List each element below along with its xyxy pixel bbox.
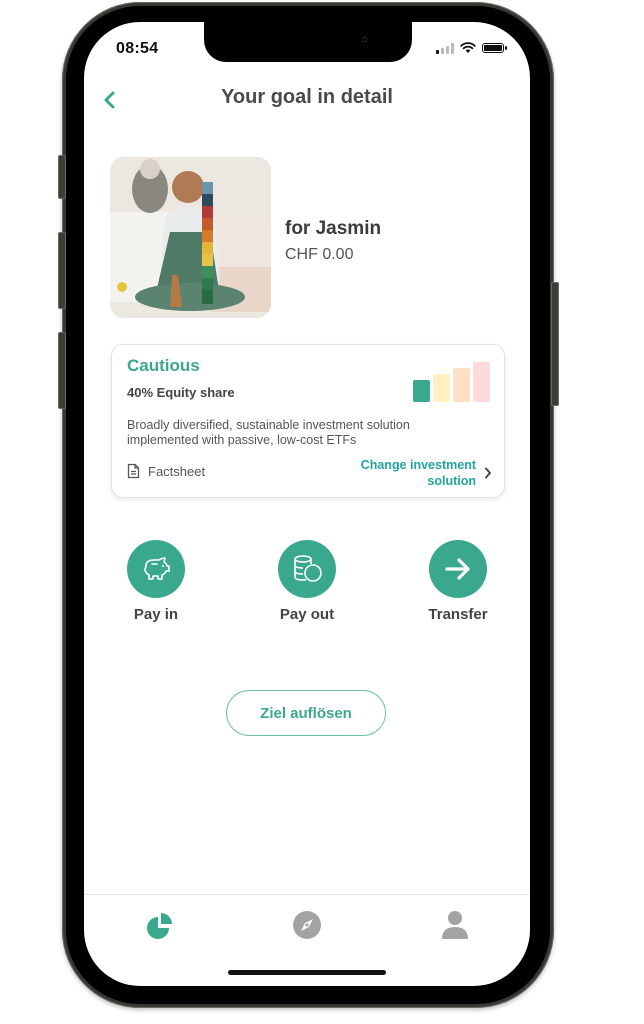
- transfer-button[interactable]: Transfer: [408, 540, 508, 623]
- document-icon: [127, 463, 140, 479]
- strategy-description: Broadly diversified, sustainable investm…: [127, 418, 410, 447]
- chevron-right-icon: [485, 467, 491, 479]
- piggy-bank-icon: [144, 557, 170, 580]
- pay-in-circle: [127, 540, 185, 598]
- pay-out-button[interactable]: Pay out: [257, 540, 357, 623]
- pay-in-button[interactable]: Pay in: [106, 540, 206, 623]
- home-indicator: [228, 970, 386, 975]
- risk-bar-4: [473, 362, 490, 402]
- change-label-line2: solution: [427, 474, 476, 488]
- app-screen: ⌂ 08:54 Your goal in detail for Jasmin C…: [84, 22, 530, 986]
- header: Your goal in detail: [84, 82, 530, 122]
- goal-amount: CHF 0.00: [285, 246, 354, 263]
- change-label-line1: Change investment: [360, 458, 476, 472]
- goal-name: for Jasmin: [285, 218, 382, 239]
- tab-profile[interactable]: [439, 909, 471, 941]
- pay-out-label: Pay out: [279, 606, 335, 623]
- risk-bar-2: [433, 374, 450, 402]
- compass-icon: [293, 911, 321, 939]
- page-title: Your goal in detail: [221, 86, 393, 108]
- factsheet-link[interactable]: Factsheet: [127, 463, 205, 479]
- camera-icon: ⌂: [362, 34, 369, 45]
- coins-icon: [294, 555, 322, 582]
- status-time: 08:54: [116, 40, 159, 57]
- risk-level-indicator: [413, 360, 490, 402]
- battery-icon: [482, 43, 507, 53]
- goal-image: [110, 157, 271, 318]
- child-stacking-blocks-photo: [110, 157, 271, 318]
- change-investment-label: Change investment solution: [361, 457, 476, 489]
- risk-bar-1: [413, 380, 430, 402]
- wifi-icon: [460, 42, 476, 53]
- volume-up-button: [58, 232, 66, 309]
- investment-strategy-card: Cautious 40% Equity share Broadly divers…: [111, 344, 505, 498]
- power-button: [551, 282, 559, 406]
- risk-bar-3: [453, 368, 470, 402]
- transfer-circle: [429, 540, 487, 598]
- tab-explore[interactable]: [291, 909, 323, 941]
- change-investment-solution-link[interactable]: Change investment solution: [361, 457, 492, 489]
- cellular-signal-icon: [436, 42, 454, 54]
- equity-share: 40% Equity share: [127, 385, 235, 400]
- volume-down-button: [58, 332, 66, 409]
- pay-in-label: Pay in: [133, 606, 179, 623]
- status-icons: [436, 42, 507, 54]
- pay-out-circle: [278, 540, 336, 598]
- tab-portfolio[interactable]: [144, 909, 176, 941]
- pie-chart-icon: [147, 913, 172, 939]
- notch: [204, 22, 412, 62]
- dissolve-goal-button[interactable]: Ziel auflösen: [226, 690, 386, 736]
- transfer-label: Transfer: [428, 606, 488, 623]
- factsheet-label: Factsheet: [148, 463, 206, 479]
- action-buttons: Pay in Pay out Transfer: [84, 540, 530, 630]
- person-icon: [442, 911, 468, 939]
- mute-switch: [58, 155, 66, 199]
- arrow-right-icon: [445, 558, 470, 580]
- strategy-title: Cautious: [127, 356, 200, 375]
